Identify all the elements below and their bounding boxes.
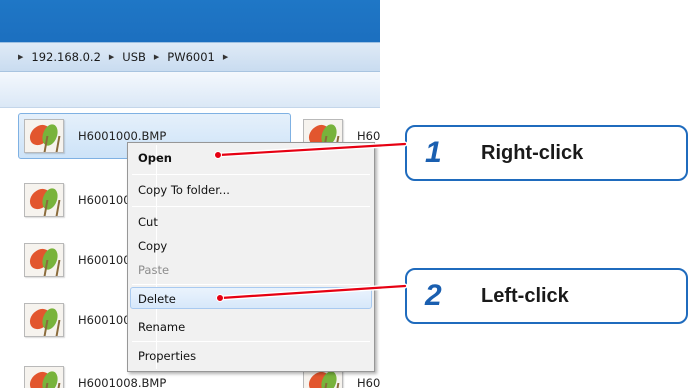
leader-line-2	[216, 283, 408, 302]
leader-lines	[214, 141, 408, 302]
leader-line-1	[214, 141, 408, 159]
